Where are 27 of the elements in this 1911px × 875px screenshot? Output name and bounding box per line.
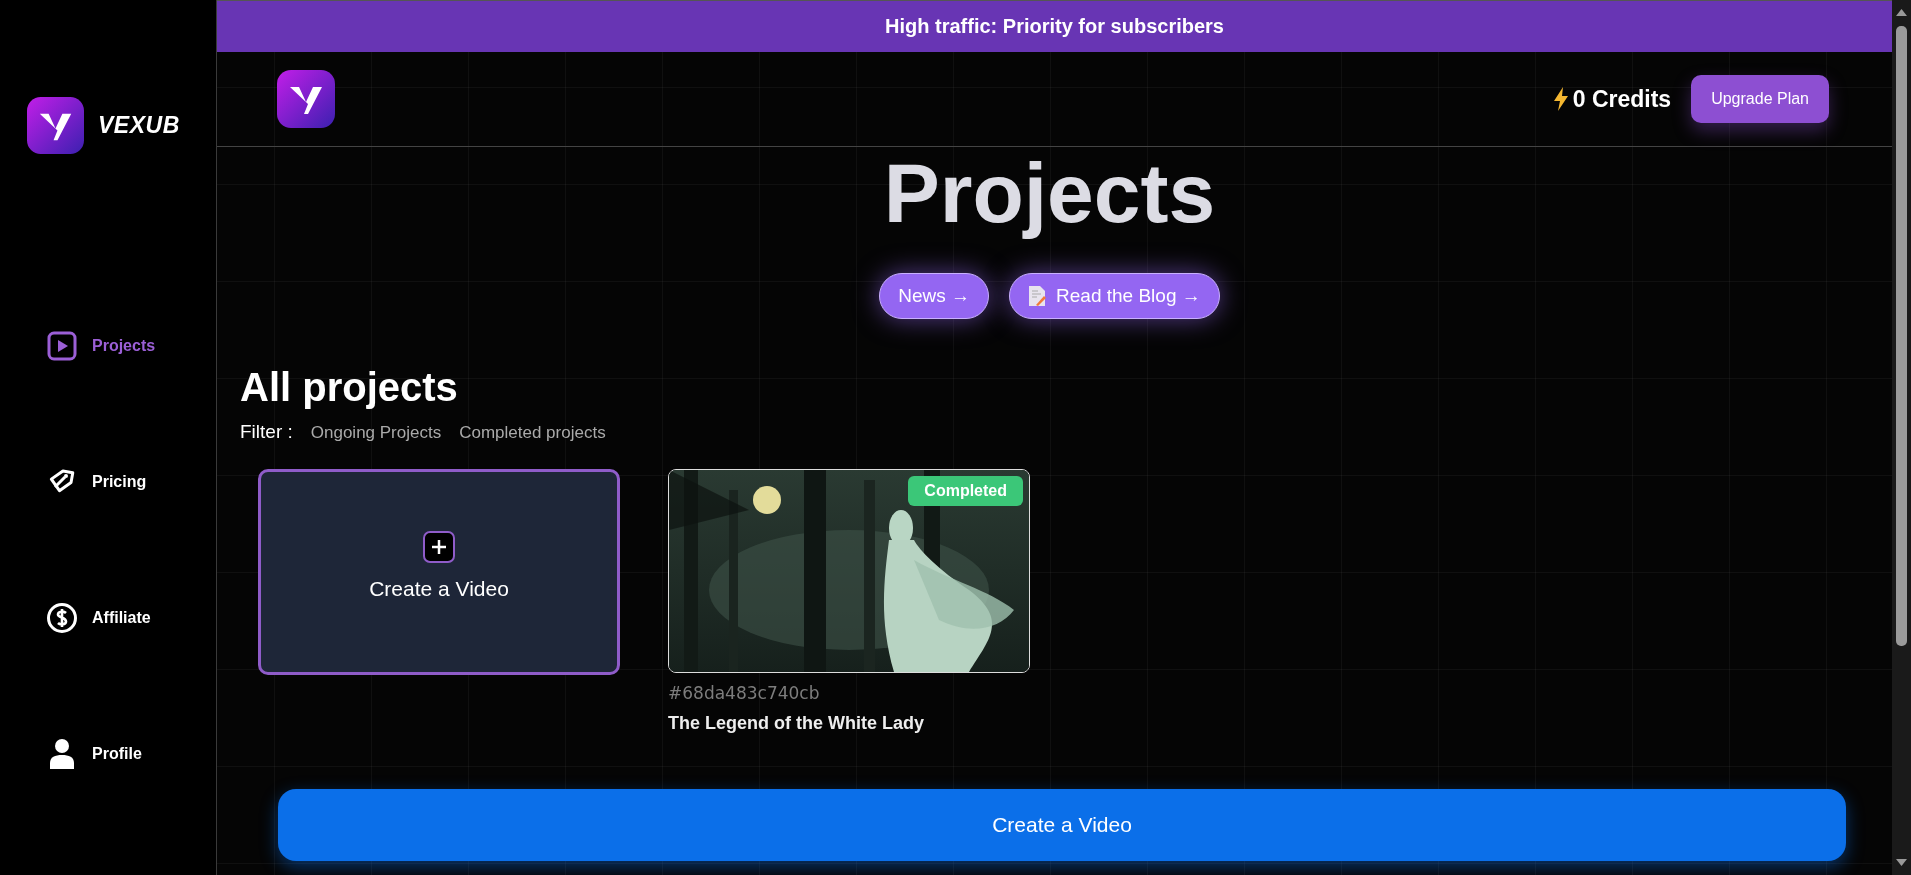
- document-icon: [1028, 285, 1047, 307]
- logo-icon: [27, 96, 84, 154]
- nav-item[interactable]: Profile: [46, 734, 142, 774]
- nav-item[interactable]: Pricing: [46, 462, 147, 502]
- brand-name: VEXUB: [98, 111, 180, 139]
- project-title: The Legend of the White Lady: [668, 713, 925, 734]
- status-badge: Completed: [908, 476, 1023, 506]
- blog-link[interactable]: Read the Blog →: [1009, 273, 1220, 319]
- lightning-icon: [1552, 87, 1569, 111]
- filter-label: Filter :: [240, 421, 293, 443]
- upgrade-plan-button[interactable]: Upgrade Plan: [1691, 75, 1829, 123]
- announcement-text: High traffic: Priority for subscribers: [885, 15, 1224, 38]
- dollar-icon: [46, 602, 78, 634]
- credits-count: 0 Credits: [1572, 85, 1672, 113]
- nav-item[interactable]: Affiliate: [46, 598, 151, 638]
- play-icon: [47, 331, 77, 361]
- plus-icon: [423, 530, 455, 563]
- news-link[interactable]: News →: [879, 273, 990, 319]
- logo-icon: [277, 70, 335, 128]
- section-heading: All projects: [240, 367, 459, 407]
- filter-option[interactable]: Completed projects: [459, 423, 606, 443]
- filter-option[interactable]: Ongoing Projects: [310, 423, 442, 443]
- create-video-button[interactable]: Create a Video: [278, 789, 1846, 861]
- project-id: #68da483c740cb: [668, 683, 821, 703]
- nav-item[interactable]: Projects: [46, 326, 156, 366]
- create-video-card[interactable]: Create a Video: [258, 469, 620, 675]
- person-icon: [49, 738, 75, 770]
